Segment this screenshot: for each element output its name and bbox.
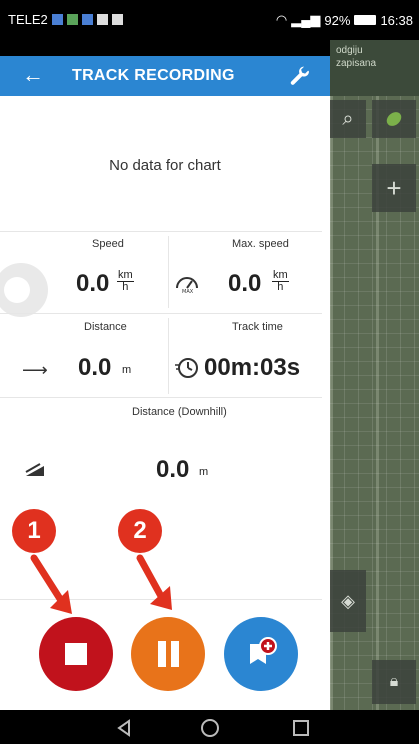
max-speed-value: 0.0 [228, 270, 262, 297]
lock-icon[interactable]: 🔒︎ [372, 660, 416, 704]
stop-recording-button[interactable] [39, 617, 113, 691]
status-right: ◠ ▂▄▆ 92% 16:38 [276, 12, 413, 28]
pause-icon [157, 641, 179, 667]
add-waypoint-button[interactable] [224, 617, 298, 691]
svg-text:MAX: MAX [182, 289, 194, 294]
chart-empty-message: No data for chart [109, 157, 221, 174]
map-view[interactable]: odgiju zapisana ⌕ + ◈ 🔒︎ [330, 40, 419, 710]
downhill-icon [24, 462, 46, 483]
battery-icon [354, 15, 377, 25]
carrier-label: TELE2 [8, 12, 48, 27]
wrench-icon[interactable] [288, 65, 312, 94]
track-time-label: Track time [232, 321, 283, 333]
notification-icon [66, 14, 78, 25]
wifi-icon: ◠ [275, 12, 288, 27]
unit-denominator: h [277, 281, 284, 293]
annotation-badge-1: 1 [12, 509, 56, 553]
divider [168, 236, 169, 308]
notification-icon [96, 14, 108, 25]
status-left: TELE2 [8, 12, 123, 27]
add-note-icon [250, 637, 277, 664]
distance-label: Distance [84, 321, 127, 333]
distance-downhill-value: 0.0 [156, 456, 190, 483]
nav-back-icon[interactable] [115, 719, 133, 737]
back-arrow-icon[interactable]: ← [22, 62, 44, 88]
map-banner-line: odgiju [336, 45, 363, 56]
app-bar: ← TRACK RECORDING [0, 56, 330, 96]
distance-value: 0.0 [78, 354, 112, 381]
distance-arrow-icon: ⟶ [22, 360, 48, 380]
nav-home-icon[interactable] [200, 718, 220, 738]
track-time-value: 00m:03s [204, 354, 301, 381]
battery-percent: 92% [324, 12, 351, 28]
speed-label: Speed [92, 238, 124, 250]
map-search-icon[interactable]: ⌕ [330, 100, 366, 138]
map-banner: odgiju zapisana [330, 40, 419, 96]
speedometer-icon: MAX [174, 272, 200, 299]
stop-icon [65, 643, 87, 665]
page-title: TRACK RECORDING [72, 67, 235, 84]
divider [0, 397, 322, 398]
divider [0, 231, 322, 232]
map-layers-icon[interactable]: ◈ [330, 570, 366, 632]
notification-icon [81, 14, 93, 25]
unit-denominator: h [122, 281, 129, 293]
pause-recording-button[interactable] [131, 617, 205, 691]
speed-value: 0.0 [76, 270, 110, 297]
divider [168, 318, 169, 394]
distance-unit: m [122, 364, 132, 376]
stopwatch-icon [174, 356, 200, 385]
map-banner-line: zapisana [336, 58, 377, 69]
notification-icon [51, 14, 63, 25]
signal-icon: ▂▄▆ [291, 12, 321, 27]
clock: 16:38 [380, 12, 413, 28]
zoom-in-button[interactable]: + [372, 164, 416, 212]
map-layer-icon[interactable] [372, 100, 416, 138]
status-bar: TELE2 ◠ ▂▄▆ 92% 16:38 [0, 0, 419, 40]
notification-icon [111, 14, 123, 25]
max-speed-unit: km h [272, 270, 289, 293]
annotation-badge-2: 2 [118, 509, 162, 553]
speed-unit: km h [117, 270, 134, 293]
system-nav-bar [0, 710, 419, 744]
annotation-arrows [30, 554, 172, 614]
divider [0, 313, 322, 314]
max-speed-label: Max. speed [232, 238, 289, 250]
knob-inner [4, 277, 30, 303]
distance-downhill-label: Distance (Downhill) [132, 406, 227, 418]
nav-recents-icon[interactable] [292, 719, 310, 737]
distance-downhill-unit: m [199, 466, 209, 478]
